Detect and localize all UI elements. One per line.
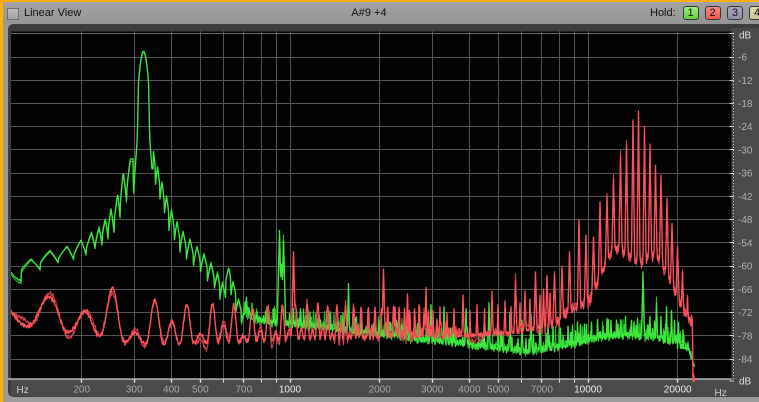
svg-text:-42: -42 — [738, 192, 753, 203]
svg-text:-66: -66 — [738, 285, 753, 296]
svg-text:300: 300 — [126, 385, 143, 396]
svg-text:dB: dB — [739, 377, 752, 388]
svg-text:-54: -54 — [738, 238, 753, 249]
svg-text:-36: -36 — [738, 169, 753, 180]
svg-text:200: 200 — [73, 385, 90, 396]
svg-text:4000: 4000 — [458, 385, 481, 396]
svg-text:10000: 10000 — [574, 385, 602, 396]
svg-text:2000: 2000 — [369, 385, 392, 396]
svg-text:1000: 1000 — [279, 385, 302, 396]
svg-text:dB: dB — [739, 31, 752, 42]
svg-text:5000: 5000 — [487, 385, 510, 396]
svg-text:-72: -72 — [738, 308, 753, 319]
svg-text:3000: 3000 — [421, 385, 444, 396]
svg-text:-60: -60 — [738, 262, 753, 273]
svg-text:-48: -48 — [738, 215, 753, 226]
svg-text:400: 400 — [163, 385, 180, 396]
svg-text:-24: -24 — [738, 122, 753, 133]
svg-text:-78: -78 — [738, 331, 753, 342]
svg-text:500: 500 — [192, 385, 209, 396]
svg-text:20000: 20000 — [664, 385, 692, 396]
svg-text:-18: -18 — [738, 99, 753, 110]
svg-text:-12: -12 — [738, 76, 753, 87]
svg-text:-84: -84 — [738, 355, 753, 366]
svg-text:-30: -30 — [738, 145, 753, 156]
svg-text:Hz: Hz — [17, 385, 29, 396]
svg-text:700: 700 — [235, 385, 252, 396]
svg-text:-6: -6 — [738, 53, 747, 64]
svg-text:7000: 7000 — [531, 385, 554, 396]
svg-text:Hz: Hz — [715, 388, 727, 399]
